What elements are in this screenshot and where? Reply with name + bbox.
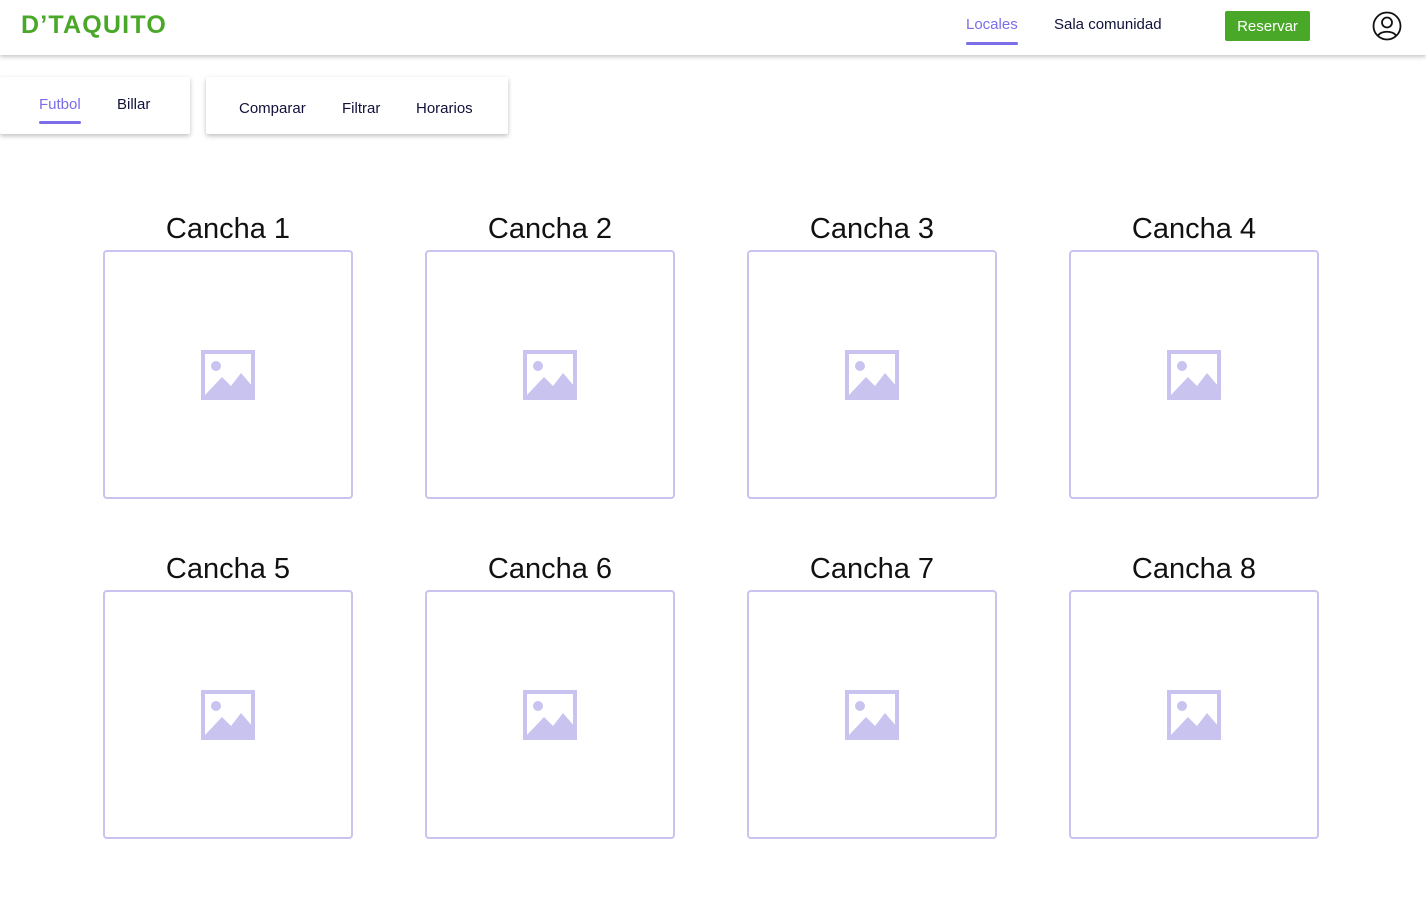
compare-button[interactable]: Comparar [239,100,306,117]
court-card[interactable]: Cancha 7 [747,549,997,839]
court-image-frame [1069,250,1319,499]
court-card[interactable]: Cancha 4 [1069,209,1319,499]
court-image-frame [747,590,997,839]
image-placeholder-icon [1167,690,1221,740]
tools-bar: Comparar Filtrar Horarios [206,77,508,134]
image-placeholder-icon [201,690,255,740]
court-title: Cancha 2 [487,213,613,245]
court-title: Cancha 3 [809,213,935,245]
image-placeholder-icon [845,690,899,740]
schedule-button[interactable]: Horarios [416,100,473,117]
tab-futbol-label: Futbol [39,96,81,113]
court-title: Cancha 6 [487,553,613,585]
nav-locales[interactable]: Locales [966,16,1018,45]
court-card[interactable]: Cancha 6 [425,549,675,839]
tab-active-indicator [39,121,81,124]
court-image-frame [1069,590,1319,839]
court-title: Cancha 7 [809,553,935,585]
court-title: Cancha 5 [165,553,291,585]
court-image-frame [747,250,997,499]
reserve-button[interactable]: Reservar [1225,11,1310,41]
nav-active-indicator [966,42,1018,45]
court-title: Cancha 8 [1131,553,1257,585]
brand-logo[interactable]: D’TAQUITO [21,11,167,40]
image-placeholder-icon [523,350,577,400]
filter-button[interactable]: Filtrar [342,100,380,117]
court-card[interactable]: Cancha 1 [103,209,353,499]
court-card[interactable]: Cancha 2 [425,209,675,499]
court-title: Cancha 1 [165,213,291,245]
court-card[interactable]: Cancha 8 [1069,549,1319,839]
court-image-frame [103,590,353,839]
court-title: Cancha 4 [1131,213,1257,245]
image-placeholder-icon [523,690,577,740]
tab-billar[interactable]: Billar [117,96,150,113]
court-card[interactable]: Cancha 3 [747,209,997,499]
image-placeholder-icon [201,350,255,400]
user-circle-icon[interactable] [1372,11,1402,41]
court-card[interactable]: Cancha 5 [103,549,353,839]
nav-sala-comunidad[interactable]: Sala comunidad [1054,16,1162,33]
court-image-frame [425,250,675,499]
court-image-frame [103,250,353,499]
nav-locales-label: Locales [966,16,1018,33]
image-placeholder-icon [845,350,899,400]
tab-futbol[interactable]: Futbol [39,96,81,124]
image-placeholder-icon [1167,350,1221,400]
court-image-frame [425,590,675,839]
sport-tabs: Futbol Billar [0,77,190,134]
top-navbar: D’TAQUITO Locales Sala comunidad Reserva… [0,0,1426,55]
